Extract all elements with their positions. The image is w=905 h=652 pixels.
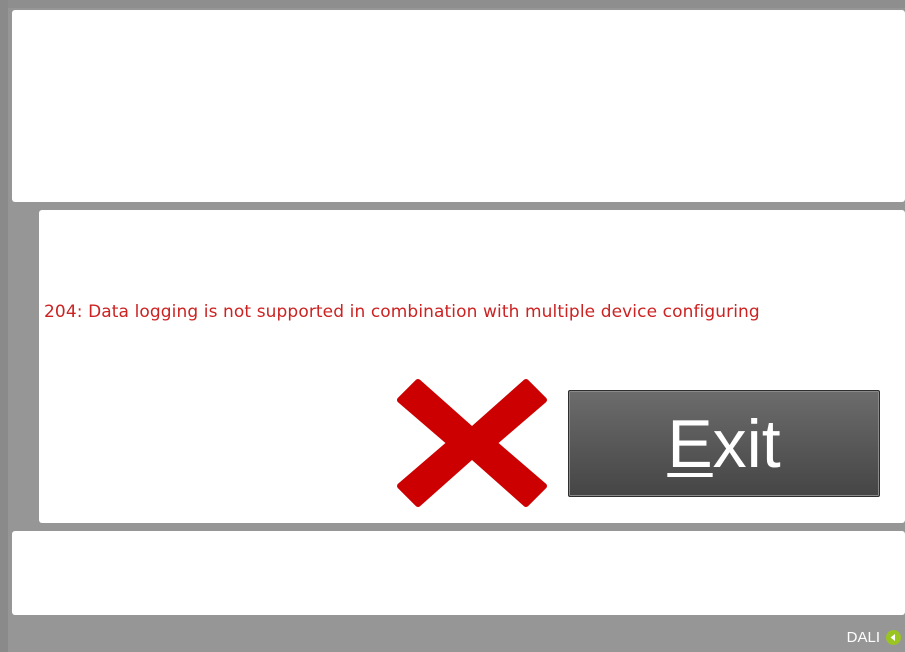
error-message: 204: Data logging is not supported in co… [44, 302, 760, 322]
error-x-icon [397, 379, 547, 507]
exit-button-label: xit [712, 405, 781, 482]
status-label: DALI [846, 629, 880, 646]
window-left-border [0, 0, 8, 652]
connection-indicator-icon [886, 630, 901, 645]
exit-button[interactable]: Exit [568, 390, 880, 497]
status-bar: DALI [847, 629, 901, 646]
bottom-panel [12, 531, 905, 615]
exit-button-mnemonic: E [667, 405, 713, 482]
top-panel [12, 10, 905, 202]
window-top-border [0, 0, 905, 8]
